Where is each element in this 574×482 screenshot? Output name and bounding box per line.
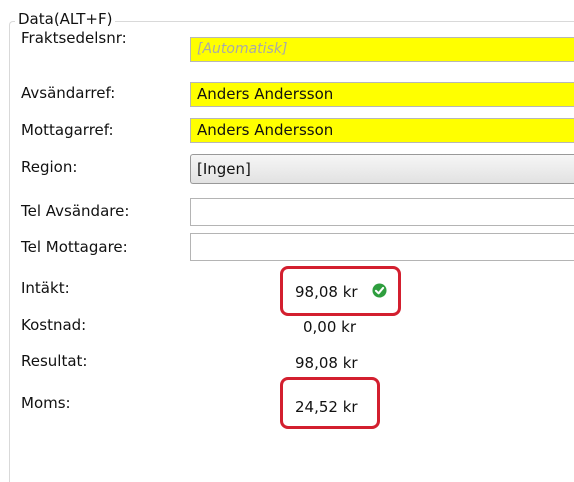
avsandarref-field[interactable]: Anders Andersson xyxy=(190,82,574,107)
kostnad-label: Kostnad: xyxy=(21,316,87,334)
tel-avsandare-label: Tel Avsändare: xyxy=(21,202,130,220)
kostnad-value: 0,00 kr xyxy=(303,318,357,336)
moms-highlight xyxy=(280,377,380,429)
resultat-value: 98,08 kr xyxy=(295,354,358,372)
tel-mottagare-field[interactable] xyxy=(190,233,574,261)
region-select[interactable]: [Ingen] xyxy=(190,154,574,184)
moms-label: Moms: xyxy=(21,394,71,412)
fraktsedelsnr-label: Fraktsedelsnr: xyxy=(21,29,127,47)
group-title: Data(ALT+F) xyxy=(15,9,116,29)
avsandarref-label: Avsändarref: xyxy=(21,84,116,102)
tel-avsandare-field[interactable] xyxy=(190,198,574,226)
intakt-highlight xyxy=(280,266,401,316)
tel-mottagare-label: Tel Mottagare: xyxy=(21,238,128,256)
mottagarref-label: Mottagarref: xyxy=(21,121,114,139)
intakt-label: Intäkt: xyxy=(21,279,70,297)
mottagarref-field[interactable]: Anders Andersson xyxy=(190,118,574,143)
resultat-label: Resultat: xyxy=(21,352,88,370)
region-label: Region: xyxy=(21,158,78,176)
fraktsedelsnr-field[interactable]: [Automatisk] xyxy=(190,37,574,62)
